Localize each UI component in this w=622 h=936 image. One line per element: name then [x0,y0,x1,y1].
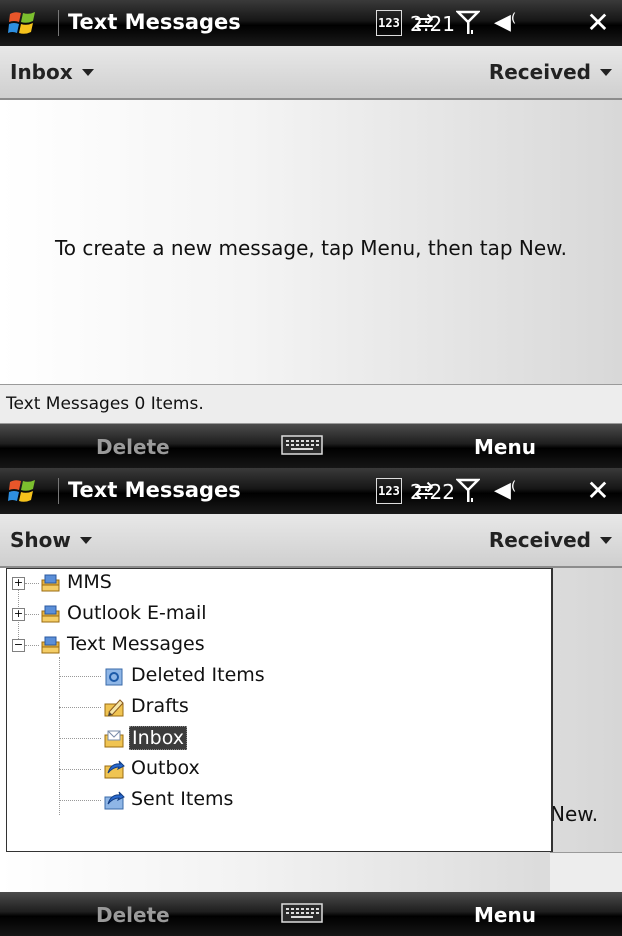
mailbox-folder-icon [41,605,60,623]
collapse-icon[interactable]: − [12,639,25,652]
clock[interactable]: 2:22 [410,480,455,504]
expand-icon[interactable]: + [12,608,25,621]
keyboard-icon[interactable] [280,434,324,456]
start-button[interactable] [8,9,38,37]
sort-dropdown[interactable]: Received [489,528,612,552]
message-list[interactable]: To create a new message, tap Menu, then … [0,100,622,384]
mailbox-folder-icon [41,574,60,592]
tree-item-deleted-items[interactable]: Deleted Items [7,662,547,692]
softkey-bar: Delete Menu [0,892,622,936]
deleted-items-icon [105,668,123,686]
volume-icon[interactable]: ◀⁽ [494,478,516,503]
volume-icon[interactable]: ◀⁽ [494,10,516,35]
show-dropdown-label: Show [10,528,71,552]
app-title: Text Messages [68,478,241,502]
delete-softkey[interactable]: Delete [96,903,170,927]
drafts-icon [104,699,124,717]
header-bar: Show Received [0,514,622,568]
sent-items-icon [104,791,125,810]
tree-item-inbox[interactable]: Inbox [7,724,547,754]
title-separator [58,478,59,504]
delete-softkey[interactable]: Delete [96,435,170,459]
item-count-bar [550,852,622,893]
sort-dropdown[interactable]: Received [489,60,612,84]
input-mode-indicator[interactable]: 123 [376,10,402,36]
tree-item-label: Text Messages [67,633,205,655]
chevron-down-icon [600,69,612,76]
close-button[interactable]: ✕ [580,474,616,508]
tree-item-label: Outlook E-mail [67,602,207,624]
menu-softkey[interactable]: Menu [474,903,536,927]
keyboard-icon[interactable] [280,902,324,924]
input-mode-indicator[interactable]: 123 [376,478,402,504]
tree-item-label: Inbox [129,726,187,750]
chevron-down-icon [600,537,612,544]
item-count: Text Messages 0 Items. [6,394,204,414]
start-button[interactable] [8,477,38,505]
tree-item-drafts[interactable]: Drafts [7,693,547,723]
signal-icon[interactable] [456,476,480,506]
expand-icon[interactable]: + [12,577,25,590]
title-bar: Text Messages 123 ⇄ ◀⁽ 2:21 ✕ [0,0,622,46]
tree-item-label: MMS [67,571,112,593]
tree-item-label: Drafts [131,695,189,717]
header-bar: Inbox Received [0,46,622,100]
folder-dropdown-label: Inbox [10,60,73,84]
chevron-down-icon [79,537,92,544]
chevron-down-icon [81,69,94,76]
sort-dropdown-label: Received [488,528,591,552]
title-separator [58,10,59,36]
tree-item-outlook-email[interactable]: + Outlook E-mail [7,600,547,630]
outbox-icon [104,760,125,779]
tree-item-label: Outbox [131,757,200,779]
menu-softkey[interactable]: Menu [474,435,536,459]
tree-item-outbox[interactable]: Outbox [7,755,547,785]
title-bar: Text Messages 123 ⇄ ◀⁽ 2:22 ✕ [0,468,622,514]
tree-item-label: Sent Items [131,788,234,810]
signal-icon[interactable] [456,8,480,38]
partial-empty-message: New. [550,802,599,826]
softkey-bar: Delete Menu [0,424,622,468]
empty-list-message: To create a new message, tap Menu, then … [54,236,568,260]
screen-inbox-empty: Text Messages 123 ⇄ ◀⁽ 2:21 ✕ Inbox Rece… [0,0,622,468]
folder-dropdown[interactable]: Inbox [10,60,94,84]
clock[interactable]: 2:21 [410,12,455,36]
folder-tree[interactable]: + MMS + Outlook E-mail − Text Messages D… [6,568,553,852]
tree-item-text-messages[interactable]: − Text Messages [7,631,547,661]
tree-item-label: Deleted Items [131,664,265,686]
mailbox-folder-icon [41,636,60,654]
tree-item-mms[interactable]: + MMS [7,569,547,599]
inbox-icon [104,730,124,748]
sort-dropdown-label: Received [488,60,591,84]
item-count-bar: Text Messages 0 Items. [0,384,622,424]
close-button[interactable]: ✕ [580,6,616,40]
app-title: Text Messages [68,10,241,34]
screen-folder-picker: Text Messages 123 ⇄ ◀⁽ 2:22 ✕ Show Recei… [0,468,622,936]
show-dropdown[interactable]: Show [10,528,92,552]
tree-item-sent-items[interactable]: Sent Items [7,786,547,816]
